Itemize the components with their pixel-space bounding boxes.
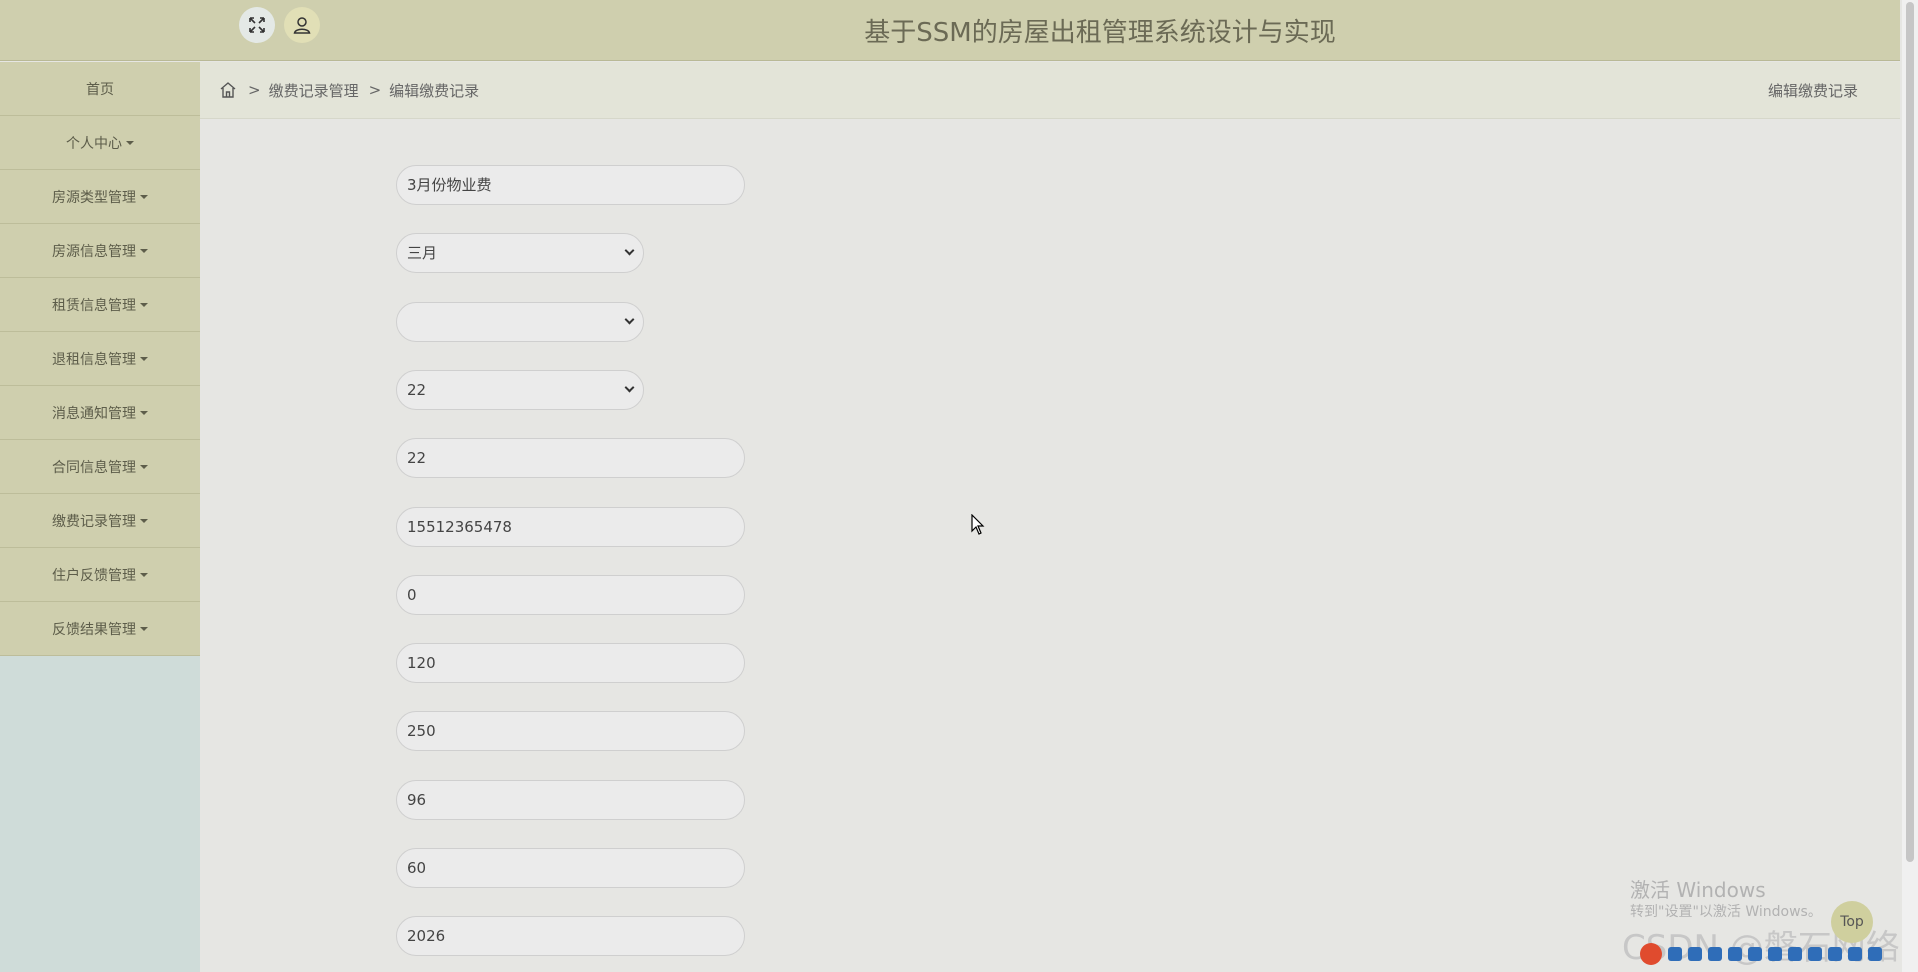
caret-down-icon xyxy=(140,248,148,253)
field-value: 22 xyxy=(407,449,427,468)
tray-icon[interactable] xyxy=(1748,947,1762,961)
field-value: 0 xyxy=(407,585,417,604)
chevron-down-icon xyxy=(624,245,635,256)
breadcrumb: > 缴费记录管理 > 编辑缴费记录 编辑缴费记录 xyxy=(200,62,1900,119)
chevron-down-icon xyxy=(624,314,635,325)
breadcrumb-separator: > xyxy=(368,81,382,99)
tray-icon[interactable] xyxy=(1828,947,1842,961)
sidebar-item-label: 住户反馈管理 xyxy=(52,567,136,584)
field-value: 60 xyxy=(407,859,427,877)
section-title: 编辑缴费记录 xyxy=(1767,82,1858,100)
sidebar-item[interactable]: 反馈结果管理 xyxy=(0,602,200,656)
caret-down-icon xyxy=(140,572,148,577)
tray-icon[interactable] xyxy=(1848,947,1862,961)
sidebar-item[interactable]: 租赁信息管理 xyxy=(0,278,200,332)
sidebar-item[interactable]: 缴费记录管理 xyxy=(0,494,200,548)
breadcrumb-separator: > xyxy=(248,81,261,99)
field-value: 15512365478 xyxy=(407,517,512,536)
windows-activation-hint: 转到"设置"以激活 Windows。 xyxy=(1630,904,1822,920)
form-row: 用户姓名22 xyxy=(200,438,900,479)
text-input[interactable]: 250 xyxy=(396,711,745,752)
tray-icon[interactable] xyxy=(1688,947,1702,961)
form-row: 天然气96 xyxy=(200,779,900,820)
select-field[interactable]: 22 xyxy=(396,369,644,410)
sidebar-item[interactable]: 合同信息管理 xyxy=(0,440,200,494)
field-value: 3月份物业费 xyxy=(407,176,492,194)
sidebar-item-label: 房源类型管理 xyxy=(52,189,136,206)
sidebar-item[interactable]: 房源类型管理 xyxy=(0,170,200,224)
tray-icon[interactable] xyxy=(1788,947,1802,961)
text-input[interactable]: 96 xyxy=(396,779,745,820)
text-input[interactable]: 15512365478 xyxy=(396,506,745,547)
sidebar-item[interactable]: 个人中心 xyxy=(0,116,200,170)
tray-icon[interactable] xyxy=(1868,947,1882,961)
text-input[interactable]: 2026 xyxy=(396,916,745,957)
caret-down-icon xyxy=(140,302,148,307)
sidebar-item[interactable]: 消息通知管理 xyxy=(0,386,200,440)
sogou-ime-icon[interactable] xyxy=(1640,943,1662,965)
home-icon[interactable] xyxy=(218,80,238,100)
mouse-cursor-icon xyxy=(971,514,985,535)
form-row: 用户账号22 xyxy=(200,369,900,410)
tray-icon[interactable] xyxy=(1668,947,1682,961)
text-input[interactable]: 0 xyxy=(396,574,745,615)
sidebar-item[interactable]: 首页 xyxy=(0,62,200,116)
tray-icon[interactable] xyxy=(1728,947,1742,961)
sidebar: 首页个人中心房源类型管理 房源信息管理 租赁信息管理 退租信息管理 消息通知管理 合同信息… xyxy=(0,62,200,972)
field-value: 120 xyxy=(407,654,436,673)
sidebar-item[interactable]: 退租信息管理 xyxy=(0,332,200,386)
field-value: 三月 xyxy=(407,244,438,263)
field-value: 22 xyxy=(407,380,427,399)
sidebar-item[interactable]: 房源信息管理 xyxy=(0,224,200,278)
text-input[interactable]: 22 xyxy=(396,438,745,479)
text-input[interactable]: 60 xyxy=(396,848,745,888)
page-title: 基于SSM的房屋出租管理系统设计与实现 xyxy=(864,18,1336,48)
field-value: 250 xyxy=(407,722,436,741)
tray-icon[interactable] xyxy=(1768,947,1782,961)
sidebar-item[interactable]: 住户反馈管理 xyxy=(0,548,200,602)
caret-down-icon xyxy=(140,626,148,631)
form-row: 标题3月份物业费 xyxy=(200,165,900,205)
chevron-down-icon xyxy=(624,382,635,393)
form-row: 水费120 xyxy=(200,643,900,684)
form-row: 房号 xyxy=(200,301,900,342)
scrollbar-thumb[interactable] xyxy=(1906,2,1914,862)
caret-down-icon xyxy=(140,356,148,361)
caret-down-icon xyxy=(140,410,148,415)
form-row: 当月租金0 xyxy=(200,574,900,615)
form-row: 电费250 xyxy=(200,711,900,752)
text-input[interactable]: 120 xyxy=(396,643,745,684)
sidebar-item-label: 合同信息管理 xyxy=(52,459,136,476)
breadcrumb-edit-payment: 编辑缴费记录 xyxy=(389,81,480,100)
windows-activation-title: 激活 Windows xyxy=(1630,878,1766,902)
page-scrollbar[interactable] xyxy=(1902,0,1918,972)
select-field[interactable] xyxy=(396,301,644,342)
breadcrumb-payment-records[interactable]: 缴费记录管理 xyxy=(269,80,359,101)
sidebar-item-label: 房源信息管理 xyxy=(52,243,136,260)
select-field[interactable]: 三月 xyxy=(396,233,644,274)
form-row: 月份三月 xyxy=(200,233,900,274)
caret-down-icon xyxy=(140,518,148,523)
top-header: 基于SSM的房屋出租管理系统设计与实现 xyxy=(0,0,1900,61)
form-row: 物业60 xyxy=(200,848,900,888)
sidebar-item-label: 退租信息管理 xyxy=(52,351,136,368)
tray-icon[interactable] xyxy=(1808,947,1822,961)
form-row: 合计费用2026 xyxy=(200,916,900,957)
sidebar-item-label: 个人中心 xyxy=(66,135,122,152)
text-input[interactable]: 3月份物业费 xyxy=(396,165,745,205)
sidebar-item-label: 首页 xyxy=(86,81,114,98)
sidebar-item-label: 消息通知管理 xyxy=(52,405,136,422)
sidebar-item-label: 缴费记录管理 xyxy=(52,513,136,530)
form-row: 手机号15512365478 xyxy=(200,506,900,547)
caret-down-icon xyxy=(140,464,148,469)
sidebar-item-label: 反馈结果管理 xyxy=(52,621,136,638)
system-tray xyxy=(1640,940,1882,968)
back-to-top-button[interactable]: Top xyxy=(1831,901,1873,943)
field-value: 2026 xyxy=(407,927,446,946)
caret-down-icon xyxy=(140,194,148,199)
sidebar-item-label: 租赁信息管理 xyxy=(52,297,136,314)
field-value: 96 xyxy=(407,790,427,809)
caret-down-icon xyxy=(126,140,134,145)
tray-icon[interactable] xyxy=(1708,947,1722,961)
